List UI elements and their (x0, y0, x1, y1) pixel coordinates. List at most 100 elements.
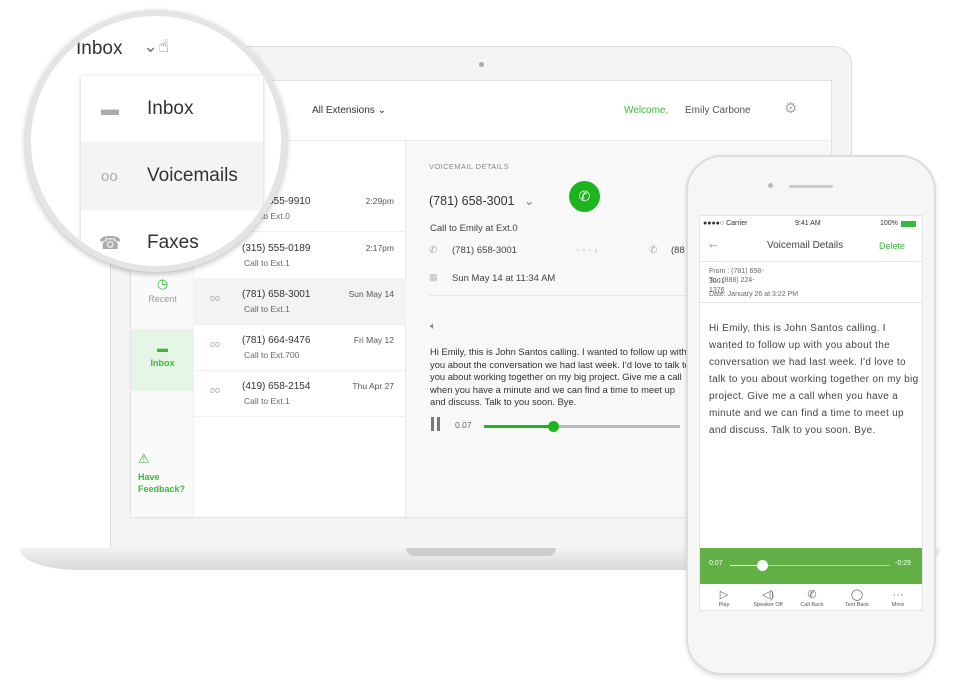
transcript: Hi Emily, this is John Santos calling. I… (430, 346, 690, 407)
sidebar-item-label: Recent (148, 294, 177, 304)
tab-label: Play (718, 602, 730, 608)
magnifier-dropdown: Inbox ⌄☝︎ ▬ Inbox oo Voicemails ☎ Faxes (25, 10, 287, 272)
laptop-camera (479, 62, 484, 67)
playback-handle[interactable] (757, 560, 768, 571)
tab-label: Text Back (845, 602, 869, 608)
tab-label: Call Back (800, 602, 824, 608)
phone-screen: ●●●●○ Carrier 9:41 AM 100% ← Voicemail D… (699, 215, 923, 611)
inbox-icon: ▬ (157, 343, 168, 355)
remaining-time: -0:29 (895, 560, 911, 567)
chevron-down-icon[interactable]: ⌄☝︎ (143, 36, 169, 57)
arrow-icon: - - - › (576, 245, 598, 256)
menu-item-inbox[interactable]: ▬ Inbox (81, 76, 263, 143)
feedback-text: Have (138, 472, 160, 482)
welcome-label: Welcome, (624, 105, 669, 116)
tab-text-back[interactable]: ◯ Text Back (835, 588, 879, 608)
chat-bubble-icon: ◯ (850, 589, 864, 601)
battery-level: 100% (880, 220, 898, 227)
extension-filter[interactable]: All Extensions ⌄ (312, 105, 386, 116)
playback-handle[interactable] (547, 421, 559, 432)
outgoing-call-icon: ✆ (649, 245, 658, 256)
caller-number: (781) 658-3001 (242, 289, 311, 300)
detail-number-text: (781) 658-3001 (429, 194, 515, 208)
detail-number[interactable]: (781) 658-3001 ⌄ (429, 193, 534, 208)
section-heading: VOICEMAIL DETAILS (429, 162, 510, 171)
phone-player: 0:07 -0:29 (700, 548, 922, 584)
clock: 9:41 AM (795, 220, 821, 227)
feedback-icon: ⚠ (138, 451, 150, 466)
delete-button[interactable]: Delete (879, 241, 905, 251)
feedback-text: Feedback? (138, 484, 186, 494)
speaker-icon: ◁) (761, 589, 775, 601)
voicemail-icon: oo (210, 339, 221, 349)
call-target: Call to Ext.1 (244, 304, 290, 314)
phone-meta: From : (781) 658-3001 To : (888) 224-137… (700, 263, 922, 303)
speaker-icon: 🔈︎ (430, 321, 436, 332)
tab-play[interactable]: ▷ Play (702, 588, 746, 608)
playback-progress (484, 425, 553, 428)
tab-more[interactable]: ··· More (876, 588, 920, 608)
pause-button[interactable] (431, 417, 440, 431)
phone-transcript: Hi Emily, this is John Santos calling. I… (709, 323, 919, 436)
calendar-icon: ▦ (429, 272, 438, 282)
caller-number: (781) 664-9476 (242, 335, 311, 346)
tab-label: Speaker Off (753, 602, 783, 608)
voicemail-icon: oo (210, 385, 221, 395)
tab-label: More (891, 602, 905, 608)
incoming-call-icon: ✆ (429, 245, 438, 256)
clock-icon: ◷ (156, 276, 169, 291)
menu-item-label: Voicemails (147, 165, 238, 186)
list-item[interactable]: oo (781) 664-9476 Call to Ext.700 Fri May 1… (194, 325, 406, 371)
feedback-link[interactable]: ⚠ Have Feedback? (138, 451, 185, 495)
voicemail-icon: oo (101, 167, 118, 185)
playback-slider[interactable] (484, 421, 680, 432)
chevron-down-icon: ⌄ (377, 105, 386, 116)
call-target: Call to Ext.1 (244, 396, 290, 406)
call-date: Thu Apr 27 (352, 381, 394, 391)
battery-icon (901, 221, 916, 227)
menu-item-voicemails[interactable]: oo Voicemails (81, 143, 263, 210)
gear-icon[interactable]: ⚙ (784, 99, 797, 117)
call-date: 2:29pm (365, 196, 394, 206)
call-target: Call to Ext.700 (244, 350, 300, 360)
menu-item-label: Inbox (147, 98, 194, 119)
elapsed-time: 0:07 (709, 560, 723, 567)
phone-title: Voicemail Details (767, 240, 844, 251)
tab-speaker-off[interactable]: ◁) Speaker Off (746, 588, 790, 608)
from-number: (781) 658-3001 (452, 245, 517, 256)
menu-item-faxes[interactable]: ☎ Faxes (81, 210, 263, 266)
extension-filter-label: All Extensions (312, 105, 375, 116)
phone-icon: ✆ (807, 589, 817, 601)
tab-call-back[interactable]: ✆ Call Back (790, 588, 834, 608)
chevron-down-icon: ⌄ (523, 194, 535, 208)
voicemail-icon: oo (210, 293, 221, 303)
sidebar-item-label: Inbox (150, 358, 175, 368)
back-arrow-icon[interactable]: ← (707, 236, 720, 251)
call-date: Fri May 12 (353, 335, 394, 345)
phone-playback-slider[interactable] (730, 560, 890, 571)
phone-camera (768, 183, 773, 188)
call-date: 2:17pm (365, 243, 394, 253)
inbox-dropdown-title[interactable]: Inbox (76, 38, 122, 60)
fax-icon: ☎ (99, 232, 122, 253)
status-bar: ●●●●○ Carrier 9:41 AM 100% (700, 220, 922, 230)
sidebar-item-inbox[interactable]: ▬ Inbox (131, 329, 194, 391)
call-to-label: Call to Emily at Ext.0 (430, 223, 518, 234)
carrier: ●●●●○ Carrier (703, 220, 748, 227)
caller-number: (419) 658-2154 (242, 381, 311, 392)
voicemail-date: Sun May 14 at 11:34 AM (452, 273, 556, 284)
laptop-notch (406, 548, 556, 556)
phone-icon: ✆ (578, 188, 591, 204)
to-number: (88 (671, 245, 685, 256)
user-name[interactable]: Emily Carbone (685, 105, 751, 116)
call-back-button[interactable]: ✆ (569, 181, 600, 212)
play-icon: ▷ (719, 589, 729, 601)
inbox-icon: ▬ (101, 98, 119, 119)
list-item[interactable]: oo (781) 658-3001 Call to Ext.1 Sun May 14 (194, 279, 406, 325)
sidebar-item-recent[interactable]: ◷ Recent (131, 276, 194, 304)
list-item[interactable]: oo (419) 658-2154 Call to Ext.1 Thu Apr 27 (194, 371, 406, 417)
more-icon: ··· (892, 589, 904, 601)
call-date: Sun May 14 (348, 289, 394, 299)
voicemail-date: Date: January 26 at 3:22 PM (709, 291, 799, 298)
phone-speaker (789, 185, 833, 188)
